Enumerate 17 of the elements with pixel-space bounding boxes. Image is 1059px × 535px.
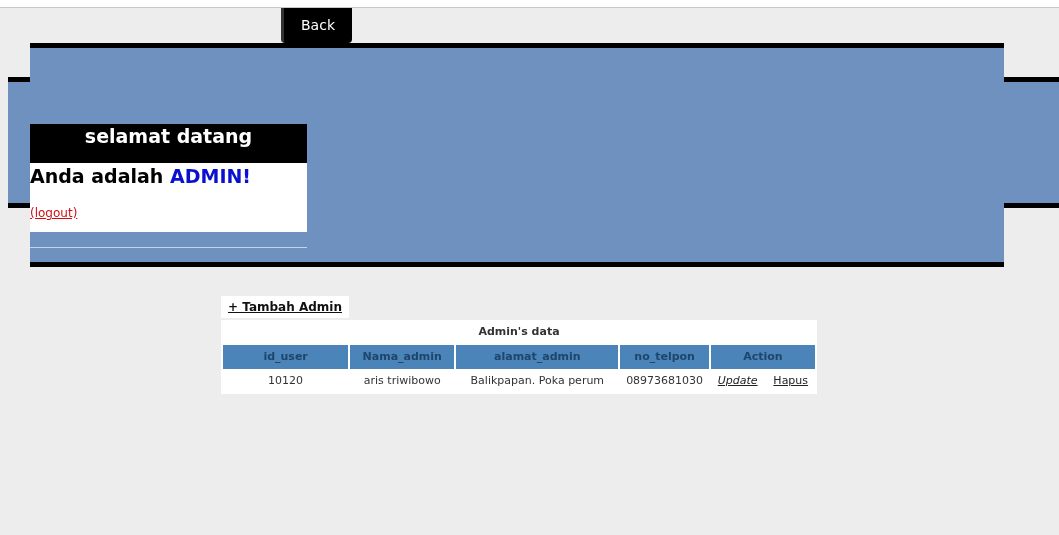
column-header: Action [710,345,815,369]
table-caption: Admin's data [477,324,561,341]
column-header: id_user [223,345,349,369]
column-header: Nama_admin [350,345,455,369]
table-cell-text: 08973681030 [625,373,705,390]
update-link[interactable]: Update [717,374,758,388]
table-cell-text: Balikpapan. Poka perum [469,373,606,390]
add-admin-link[interactable]: + Tambah Admin [221,296,349,318]
back-button[interactable]: Back [281,8,352,43]
logout-link[interactable]: (logout) [30,204,78,222]
welcome-title: selamat datang [30,124,307,163]
table-cell-text: aris triwibowo [362,373,442,390]
delete-link[interactable]: Hapus [773,374,809,388]
column-header: no_telpon [620,345,709,369]
table-cell-text: 10120 [267,373,305,390]
role-message: Anda adalah ADMIN! [30,164,253,189]
column-header: alamat_admin [456,345,619,369]
